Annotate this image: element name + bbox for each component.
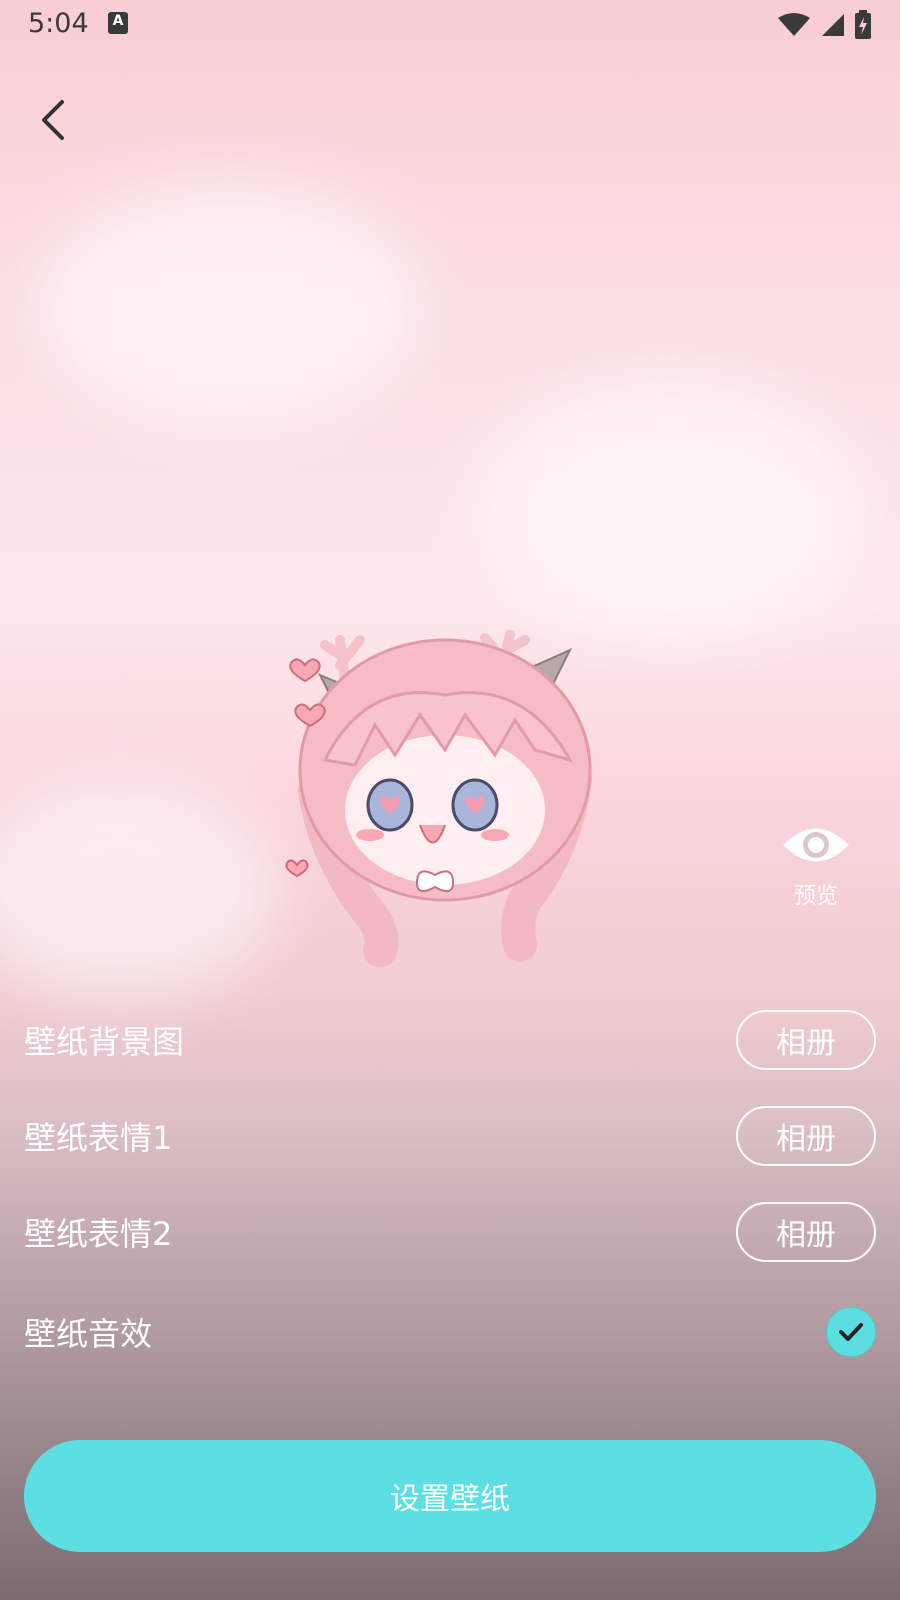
- cloud-texture: [40, 180, 420, 420]
- notification-icon: A: [108, 12, 128, 34]
- chevron-left-icon: [42, 100, 64, 140]
- setting-label: 壁纸背景图: [24, 1023, 185, 1061]
- setting-row-background: 壁纸背景图 相册: [24, 1008, 876, 1072]
- cloud-texture: [480, 380, 860, 640]
- wallpaper-character-image: [285, 630, 592, 967]
- battery-charging-icon: [855, 10, 871, 39]
- preview-label: 预览: [793, 884, 838, 909]
- checkmark-icon: [839, 1323, 863, 1341]
- setting-label: 壁纸表情2: [24, 1215, 173, 1253]
- status-bar: 5:04 A: [0, 0, 900, 48]
- album-button-background[interactable]: 相册: [736, 1010, 876, 1070]
- cloud-texture: [0, 780, 280, 1000]
- eye-icon: [783, 828, 849, 862]
- set-wallpaper-button[interactable]: 设置壁纸: [24, 1440, 876, 1552]
- setting-row-sound: 壁纸音效: [24, 1300, 876, 1364]
- setting-label: 壁纸表情1: [24, 1119, 173, 1157]
- setting-label: 壁纸音效: [24, 1315, 153, 1353]
- sound-checkbox[interactable]: [826, 1307, 876, 1357]
- signal-icon: [822, 14, 844, 36]
- setting-row-expression-2: 壁纸表情2 相册: [24, 1200, 876, 1264]
- album-button-expression-2[interactable]: 相册: [736, 1202, 876, 1262]
- status-time: 5:04: [28, 8, 89, 39]
- wifi-icon: [778, 13, 810, 36]
- back-button[interactable]: [28, 90, 88, 150]
- setting-row-expression-1: 壁纸表情1 相册: [24, 1104, 876, 1168]
- preview-button[interactable]: 预览: [770, 820, 862, 910]
- album-button-expression-1[interactable]: 相册: [736, 1106, 876, 1166]
